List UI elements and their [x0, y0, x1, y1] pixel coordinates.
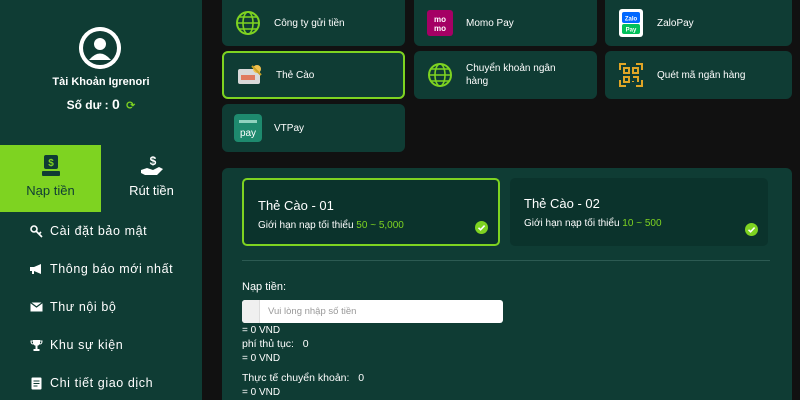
account-name: Tài Khoản Igrenori: [52, 76, 150, 88]
sidebar-item-label: Cài đặt bảo mật: [50, 224, 148, 238]
sidebar-item-label: Chi tiết giao dịch: [50, 376, 154, 390]
momo-logo-icon: mo mo: [426, 9, 454, 37]
fee-row: phí thủ tục: 0: [242, 338, 309, 350]
fee-value: 0: [302, 338, 309, 350]
actual-label: Thực tế chuyển khoản:: [242, 372, 350, 384]
sidebar-item-transactions[interactable]: Chi tiết giao dịch: [0, 364, 202, 400]
key-icon: [28, 224, 44, 238]
zalopay-logo-icon: Zalo Pay: [617, 9, 645, 37]
method-label: Quét mã ngân hàng: [657, 69, 746, 81]
megaphone-icon: [28, 263, 44, 275]
actual-value: 0: [358, 372, 365, 384]
check-icon: [745, 223, 758, 236]
profile-section: Tài Khoản Igrenori Số dư : 0 ⟳: [0, 0, 202, 145]
sidebar-item-security[interactable]: Cài đặt bảo mật: [0, 212, 202, 250]
actual-vnd: = 0 VND: [242, 387, 281, 398]
svg-text:Pay: Pay: [626, 28, 637, 34]
method-label: Thẻ Cào: [276, 69, 315, 81]
refresh-icon[interactable]: ⟳: [126, 99, 135, 112]
sidebar-item-label: Thông báo mới nhất: [50, 262, 174, 276]
card-option-title: Thẻ Cào - 02: [524, 196, 600, 211]
svg-text:pay: pay: [240, 128, 256, 139]
method-card-momo[interactable]: mo mo Momo Pay: [414, 0, 597, 46]
method-card-vtpay[interactable]: pay VTPay: [222, 104, 405, 152]
card-option-limit: Giới hạn nạp tối thiểu 50 ~ 5,000: [258, 220, 404, 231]
deposit-money-icon: $: [0, 154, 101, 178]
method-label: ZaloPay: [657, 17, 694, 29]
balance-value: 0: [112, 96, 120, 112]
tab-deposit[interactable]: $ Nạp tiền: [0, 145, 101, 212]
method-card-zalopay[interactable]: Zalo Pay ZaloPay: [605, 0, 792, 46]
tab-withdraw[interactable]: $ Rút tiền: [101, 145, 202, 212]
qr-code-icon: [617, 61, 645, 89]
method-label: Momo Pay: [466, 17, 514, 29]
card-option-limit: Giới hạn nạp tối thiểu 10 ~ 500: [524, 218, 662, 229]
method-card-company-deposit[interactable]: Công ty gửi tiền: [222, 0, 405, 46]
amount-vnd: = 0 VND: [242, 325, 281, 336]
card-option-title: Thẻ Cào - 01: [258, 198, 334, 213]
envelope-icon: [28, 302, 44, 312]
withdraw-money-icon: $: [101, 154, 202, 178]
sidebar-item-inbox[interactable]: Thư nội bộ: [0, 288, 202, 326]
method-card-scratch-card[interactable]: Thẻ Cào: [222, 51, 405, 99]
receipt-icon: [28, 377, 44, 390]
sidebar-item-notifications[interactable]: Thông báo mới nhất: [0, 250, 202, 288]
deposit-label: Nạp tiền:: [242, 281, 287, 293]
divider: [242, 260, 770, 261]
sidebar-item-label: Thư nội bộ: [50, 300, 117, 314]
globe-icon: [426, 61, 454, 89]
svg-text:mo: mo: [434, 24, 446, 33]
method-card-bank-qr[interactable]: Quét mã ngân hàng: [605, 51, 792, 99]
fee-label: phí thủ tục:: [242, 338, 294, 350]
scratch-card-icon: [236, 61, 264, 89]
card-option-range: 10 ~ 500: [622, 218, 662, 229]
deposit-panel: Thẻ Cào - 01 Giới hạn nạp tối thiểu 50 ~…: [222, 168, 792, 400]
amount-input-wrapper: [242, 300, 503, 323]
sidebar: Tài Khoản Igrenori Số dư : 0 ⟳ $ Nạp tiề…: [0, 0, 202, 400]
amount-input-prefix: [242, 300, 260, 323]
svg-text:mo: mo: [434, 15, 446, 24]
deposit-withdraw-tabs: $ Nạp tiền $ Rút tiền: [0, 145, 202, 212]
trophy-icon: [28, 339, 44, 352]
card-option-range: 50 ~ 5,000: [356, 220, 404, 231]
method-label: VTPay: [274, 122, 305, 134]
balance: Số dư : 0 ⟳: [0, 96, 202, 112]
sidebar-item-label: Khu sự kiện: [50, 338, 124, 352]
svg-text:Zalo: Zalo: [625, 17, 638, 23]
svg-text:$: $: [149, 154, 156, 168]
vtpay-logo-icon: pay: [234, 114, 262, 142]
method-label: Công ty gửi tiền: [274, 17, 345, 29]
method-label: Chuyển khoản ngân hàng: [466, 63, 556, 87]
method-card-bank-transfer[interactable]: Chuyển khoản ngân hàng: [414, 51, 597, 99]
tab-deposit-label: Nạp tiền: [26, 183, 75, 198]
amount-input[interactable]: [260, 300, 503, 323]
fee-vnd: = 0 VND: [242, 353, 281, 364]
card-option-01[interactable]: Thẻ Cào - 01 Giới hạn nạp tối thiểu 50 ~…: [242, 178, 500, 246]
balance-label: Số dư :: [66, 98, 109, 112]
tab-withdraw-label: Rút tiền: [129, 183, 174, 198]
sidebar-item-events[interactable]: Khu sự kiện: [0, 326, 202, 364]
svg-text:$: $: [48, 158, 54, 169]
sidebar-menu: Cài đặt bảo mật Thông báo mới nhất Thư n…: [0, 212, 202, 400]
avatar-icon[interactable]: [79, 27, 121, 69]
check-icon: [475, 221, 488, 234]
actual-row: Thực tế chuyển khoản: 0: [242, 372, 364, 384]
card-option-02[interactable]: Thẻ Cào - 02 Giới hạn nạp tối thiểu 10 ~…: [510, 178, 768, 246]
globe-icon: [234, 9, 262, 37]
